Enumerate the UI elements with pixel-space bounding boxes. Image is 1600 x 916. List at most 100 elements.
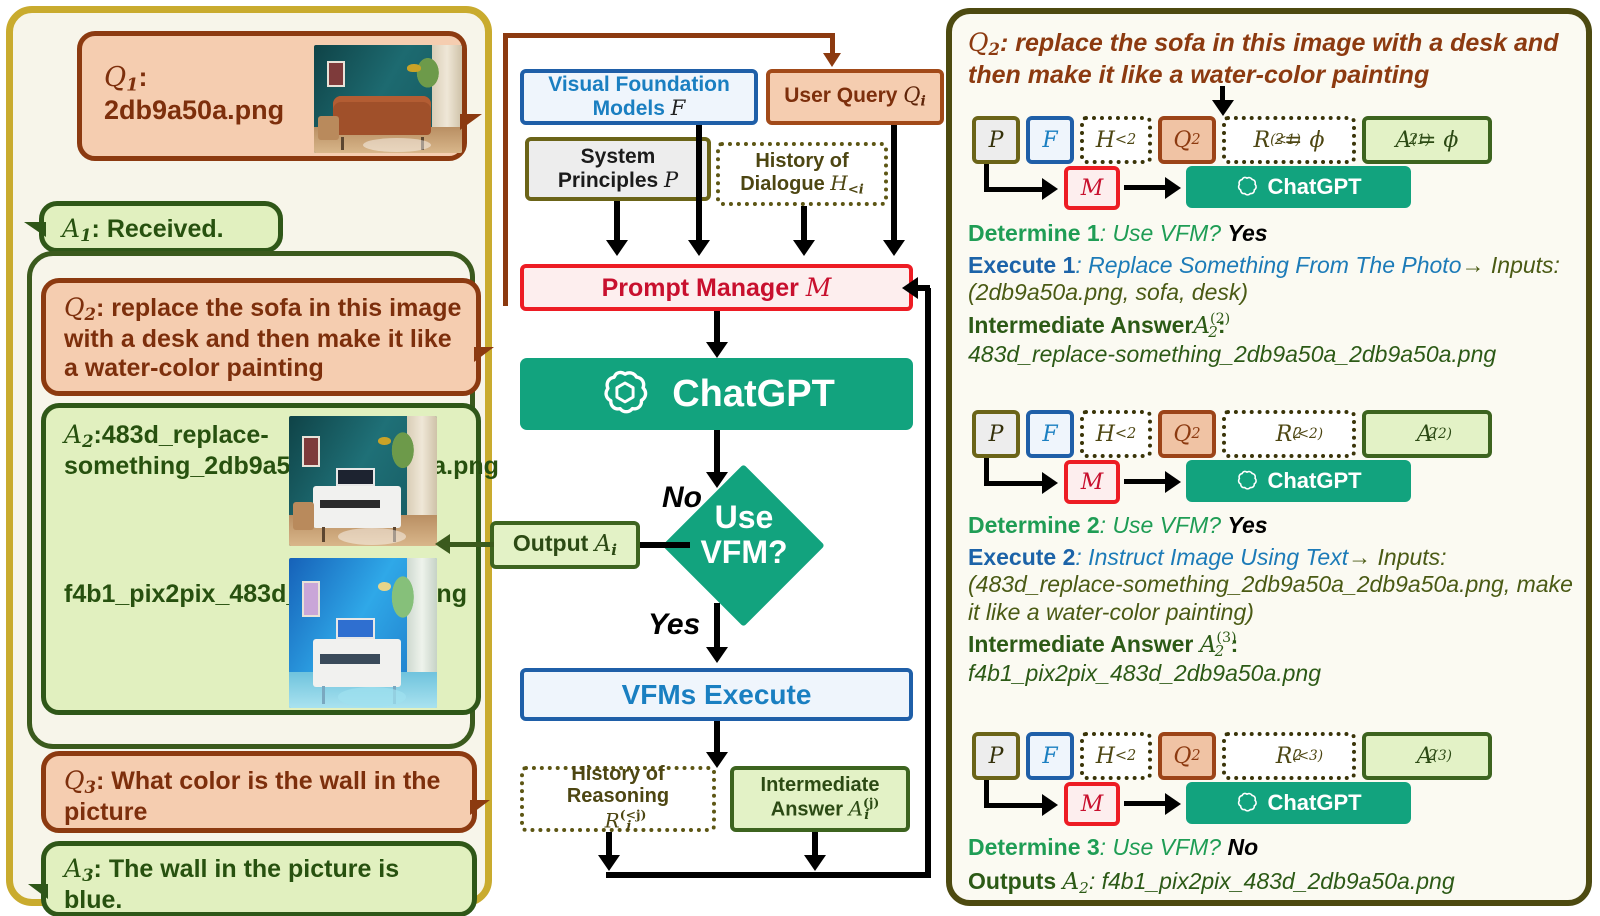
inter-label-1: Intermediate Answer — [968, 311, 1194, 338]
chip-system-principles-2[interactable]: P — [972, 410, 1020, 458]
chip-sub: 2 — [1293, 426, 1303, 442]
bubble-tail-q2 — [474, 347, 494, 362]
chip-sym: R — [1253, 127, 1271, 153]
chip-system-principles-3[interactable]: P — [972, 732, 1020, 780]
chip-vfm-2[interactable]: F — [1026, 410, 1074, 458]
chip-history-dialogue-2[interactable]: H <2 — [1080, 410, 1152, 458]
edge-gpt-to-decision — [714, 430, 720, 476]
edge-vfms-to-intermediate — [714, 721, 720, 755]
intermediate-value-2: f4b1_pix2pix_483d_2db9a50a.png — [968, 660, 1588, 688]
chip-history-reasoning-1[interactable]: R (<1) 2 = ϕ — [1222, 116, 1356, 164]
arrowhead-output-to-dialog — [435, 534, 450, 554]
determine-label-2: Determine 2 — [968, 512, 1100, 538]
chip-sym: P — [988, 127, 1004, 153]
chip-prompt-manager-2[interactable]: M — [1064, 460, 1120, 504]
trace-text-3: Determine 3: Use VFM? No Outputs A2: f4b… — [968, 834, 1588, 897]
edge-m-to-gpt-2 — [1124, 479, 1170, 484]
chip-sub: 2 — [1191, 748, 1201, 764]
inter-value-1: 483d_replace-something_2db9a50a_2db9a50a… — [968, 340, 1497, 367]
inter-label-2: Intermediate Answer — [968, 631, 1194, 658]
execute-label-1: Execute 1 — [968, 251, 1076, 278]
node-intermediate-answer[interactable]: Intermediate Answer A(j)i — [730, 766, 910, 832]
symbol-a: A — [848, 796, 864, 821]
trace-text-2: Determine 2: Use VFM? Yes Execute 2: Ins… — [968, 512, 1588, 688]
chip-sub: <2 — [1114, 132, 1137, 148]
openai-logo-icon — [1238, 792, 1258, 812]
node-prompt-manager[interactable]: Prompt Manager M — [520, 264, 913, 311]
node-history-of-reasoning[interactable]: History of Reasoning R(<j)i — [520, 763, 716, 834]
chip-vfm-1[interactable]: F — [1026, 116, 1074, 164]
trace-query: Q2: replace the sofa in this image with … — [968, 28, 1580, 91]
message-bubble-a2: A2:483d_replace-something_2db9a50a_2db9a… — [41, 403, 499, 715]
openai-logo-icon — [604, 370, 648, 414]
chip-sym: H — [1095, 743, 1115, 769]
message-bubble-a1: A1: Received. — [24, 201, 283, 253]
symbol-q: Q — [64, 293, 85, 322]
mini-chatgpt-label-3: ChatGPT — [1267, 790, 1362, 815]
mini-chatgpt-2[interactable]: ChatGPT — [1186, 460, 1411, 502]
chip-query-1[interactable]: Q2 — [1158, 116, 1216, 164]
symbol-q: Q — [903, 83, 921, 108]
determine-q-1: : Use VFM? — [1099, 220, 1228, 246]
chip-sym: R — [1275, 421, 1293, 447]
hist-line1: History of — [755, 149, 849, 172]
determine-q-2: : Use VFM? — [1099, 512, 1228, 538]
symbol-sup: (<j) — [619, 806, 647, 822]
chip-answer-2[interactable]: A (2) 2 — [1362, 410, 1492, 458]
symbol-a: A — [62, 214, 81, 243]
symbol-index: 2 — [82, 432, 94, 452]
chip-answer-3[interactable]: A (3) 2 — [1362, 732, 1492, 780]
chip-history-dialogue-1[interactable]: H <2 — [1080, 116, 1152, 164]
manager-sym: M — [1080, 791, 1104, 817]
message-text-q1: Q1: 2db9a50a.png — [104, 62, 285, 126]
node-vfms-execute[interactable]: VFMs Execute — [520, 668, 913, 721]
determine-line-1: Determine 1: Use VFM? Yes — [968, 220, 1584, 248]
symbol-index: 1 — [80, 226, 92, 246]
symbol-q: Q — [968, 28, 989, 57]
chip-sym: Q — [1173, 421, 1192, 447]
node-label-prompt-manager: Prompt Manager M — [602, 273, 832, 302]
outputs-line: Outputs A2: f4b1_pix2pix_483d_2db9a50a.p… — [968, 868, 1588, 897]
vfm-line1: Visual Foundation — [548, 73, 730, 97]
context-chip-row-1: P F H <2 Q2 R (<1) 2 = ϕ A (1) 2 = ϕ — [972, 116, 1492, 164]
edge-label-yes: Yes — [648, 608, 701, 641]
node-label-history-reasoning: History of Reasoning R(<j)i — [551, 763, 685, 836]
node-output[interactable]: Output Ai — [490, 521, 640, 569]
mini-chatgpt-3[interactable]: ChatGPT — [1186, 782, 1411, 824]
chip-sym: F — [1042, 743, 1058, 769]
chip-history-reasoning-3[interactable]: R (<3) 2 — [1222, 732, 1356, 780]
chip-history-reasoning-2[interactable]: R (<2) 2 — [1222, 410, 1356, 458]
node-label-history-dialogue: History of Dialogue H<i — [740, 150, 864, 198]
edge-m-to-gpt-1 — [1124, 185, 1170, 190]
mini-chatgpt-1[interactable]: ChatGPT — [1186, 166, 1411, 208]
node-history-of-dialogue[interactable]: History of Dialogue H<i — [716, 142, 888, 206]
chip-prompt-manager-1[interactable]: M — [1064, 166, 1120, 210]
trace-text-1: Determine 1: Use VFM? Yes Execute 1: Rep… — [968, 220, 1584, 368]
intermediate-line-2: Intermediate Answer A(3)2 : — [968, 630, 1239, 661]
edge-uq-to-pm — [891, 125, 897, 243]
chip-answer-1[interactable]: A (1) 2 = ϕ — [1362, 116, 1492, 164]
chip-query-2[interactable]: Q2 — [1158, 410, 1216, 458]
edge-elbow-h-1 — [984, 187, 1046, 192]
chip-system-principles-1[interactable]: P — [972, 116, 1020, 164]
symbol-index: 3 — [82, 866, 94, 886]
chip-vfm-3[interactable]: F — [1026, 732, 1074, 780]
message-text-a2-second: f4b1_pix2pix_483d_2db9a50a.png — [64, 580, 467, 610]
bubble-tail-a3 — [28, 884, 48, 899]
thumbnail-watercolor-room — [289, 558, 437, 708]
node-chatgpt[interactable]: ChatGPT — [520, 358, 913, 430]
symbol-q: Q — [104, 62, 127, 93]
message-text-a1: A1: Received. — [62, 214, 224, 246]
arrowhead-elbow-2 — [1042, 472, 1058, 494]
node-user-query[interactable]: User Query Qi — [766, 69, 944, 125]
decision-line1: Use — [714, 499, 774, 535]
chip-query-3[interactable]: Q2 — [1158, 732, 1216, 780]
chip-history-dialogue-3[interactable]: H <2 — [1080, 732, 1152, 780]
chip-sub: 2 — [1293, 748, 1303, 764]
node-visual-foundation-models[interactable]: Visual Foundation Models F — [520, 69, 758, 125]
node-system-principles[interactable]: System Principles P — [525, 137, 711, 201]
chip-prompt-manager-3[interactable]: M — [1064, 782, 1120, 826]
node-label-vfm: Visual Foundation Models F — [548, 73, 730, 120]
message-bubble-q1: Q1: 2db9a50a.png — [77, 31, 482, 161]
chip-sub: 2 — [1191, 426, 1201, 442]
